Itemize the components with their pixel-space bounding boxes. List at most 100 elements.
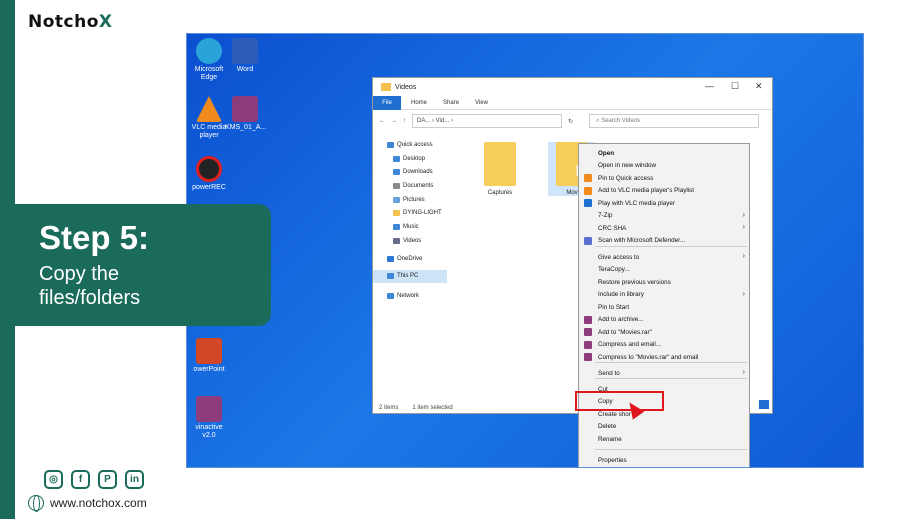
context-menu-item[interactable]: TeraCopy... <box>579 264 749 276</box>
back-icon[interactable]: ← <box>379 118 385 124</box>
windows-desktop: Microsoft Edge Word VLC media player KMS… <box>186 33 864 468</box>
logo-accent: X <box>98 12 113 32</box>
tab-view[interactable]: View <box>475 100 488 106</box>
address-text: DA... › Vid... › <box>417 118 453 124</box>
address-bar[interactable]: DA... › Vid... › <box>412 114 562 128</box>
nav-icon <box>393 182 400 189</box>
desktop-icon-kms[interactable]: KMS_01_A... <box>225 96 267 132</box>
linkedin-icon[interactable]: in <box>125 470 144 489</box>
nav-item[interactable]: This PC <box>373 269 447 284</box>
nav-label: Videos <box>403 237 422 244</box>
menu-item-icon <box>584 186 592 195</box>
nav-item[interactable]: OneDrive <box>387 252 422 266</box>
nav-item[interactable]: Desktop <box>393 152 425 166</box>
nav-icon <box>387 292 394 299</box>
step-title: Step 5: <box>39 219 150 256</box>
desktop-icon-vinactive[interactable]: vinactive v2.0 <box>189 396 229 440</box>
status-item-count: 2 items <box>379 405 399 411</box>
context-menu-item[interactable]: Pin to Start <box>579 301 749 313</box>
desktop-icon-label: powerREC <box>192 184 226 191</box>
context-menu-item[interactable]: Open <box>579 147 749 159</box>
left-accent-bar <box>0 0 15 519</box>
tab-home[interactable]: Home <box>411 100 427 106</box>
search-input[interactable]: ⌕ Search Videos <box>589 114 760 128</box>
context-menu-item[interactable]: CRC SHA › <box>579 222 749 234</box>
context-menu-item[interactable]: Open in new window <box>579 160 749 172</box>
close-icon[interactable]: ✕ <box>755 81 763 92</box>
menu-item-icon <box>584 353 592 361</box>
nav-item[interactable]: Quick access <box>387 138 433 152</box>
context-menu-item[interactable]: Properties <box>579 454 749 466</box>
nav-label: Network <box>397 292 420 299</box>
desktop-icon-word[interactable]: Word <box>225 38 265 74</box>
desktop-icon-vlc[interactable]: VLC media player <box>189 96 229 140</box>
nav-item[interactable]: DYING-LIGHT <box>393 207 442 221</box>
tutorial-slide: NotchoX Microsoft Edge Word VLC media pl… <box>0 0 922 519</box>
context-menu-item[interactable]: Restore previous versions <box>579 276 749 288</box>
word-icon <box>232 38 258 64</box>
menu-item-label: Compress and email... <box>598 341 661 348</box>
desktop-icon-powerpoint[interactable]: owerPoint <box>189 338 229 374</box>
context-menu-item[interactable]: Send to › <box>579 367 749 379</box>
refresh-icon[interactable]: ↻ <box>568 118 573 125</box>
up-icon[interactable]: ↑ <box>403 118 406 124</box>
nav-item[interactable]: Downloads <box>393 165 433 179</box>
context-menu-item[interactable]: Add to "Movies.rar" <box>579 326 749 338</box>
nav-item[interactable]: Network <box>387 289 419 303</box>
menu-item-icon <box>584 174 592 182</box>
desktop-icon-label: Microsoft Edge <box>194 66 224 81</box>
nav-item[interactable]: Music <box>393 220 419 234</box>
context-menu-item[interactable]: Add to VLC media player's Playlist <box>579 185 749 197</box>
menu-separator <box>595 449 747 450</box>
nav-label: OneDrive <box>397 255 423 262</box>
context-menu-item[interactable]: Include in library › <box>579 289 749 301</box>
context-menu-item[interactable]: Scan with Microsoft Defender... <box>579 235 749 247</box>
context-menu-item[interactable]: Play with VLC media player <box>579 197 749 209</box>
pinterest-icon[interactable]: P <box>98 470 117 489</box>
desktop-icon-label: owerPoint <box>193 366 225 373</box>
menu-item-label: CRC SHA <box>598 224 627 232</box>
nav-item[interactable]: Pictures <box>393 193 425 207</box>
menu-item-label: Rename <box>598 435 622 443</box>
context-menu-item[interactable]: Rename <box>579 433 749 445</box>
instagram-icon[interactable]: ◎ <box>44 470 63 489</box>
nav-label: Quick access <box>397 141 433 148</box>
website-link[interactable]: www.notchox.com <box>28 495 147 512</box>
desktop-icon-label: Word <box>236 66 254 73</box>
menu-item-label: Give access to <box>598 253 640 261</box>
view-toggle-icon[interactable] <box>759 400 769 409</box>
context-menu: Open Open in new window Pin to Quick acces… <box>578 143 750 467</box>
context-menu-item[interactable]: Delete <box>579 421 749 433</box>
record-icon <box>196 156 222 182</box>
folder-captures[interactable]: Captures <box>476 142 524 196</box>
step-card: Step 5: Copy the files/folders <box>15 204 271 326</box>
nav-item[interactable]: Documents <box>393 179 433 193</box>
website-url: www.notchox.com <box>50 496 147 510</box>
menu-item-icon <box>584 199 592 207</box>
facebook-icon[interactable]: f <box>71 470 90 489</box>
search-icon: ⌕ <box>596 117 600 124</box>
nav-label: Desktop <box>403 155 426 162</box>
nav-item[interactable]: Videos <box>393 234 421 248</box>
forward-icon[interactable]: → <box>391 118 397 124</box>
context-menu-item[interactable]: Compress and email... <box>579 339 749 351</box>
context-menu-item[interactable]: Compress to "Movies.rar" and email <box>579 351 749 363</box>
nav-icon <box>387 141 394 148</box>
desktop-icon-powerrec[interactable]: powerREC <box>189 156 229 192</box>
context-menu-item[interactable]: Add to archive... <box>579 314 749 326</box>
folder-icon <box>484 142 516 186</box>
tab-share[interactable]: Share <box>443 100 459 106</box>
menu-item-label: Send to <box>598 369 620 377</box>
context-menu-item[interactable]: Give access to › <box>579 251 749 263</box>
desktop-icon-edge[interactable]: Microsoft Edge <box>189 38 229 82</box>
menu-item-label: Play with VLC media player <box>598 199 675 207</box>
tab-file[interactable]: File <box>373 95 401 110</box>
submenu-arrow-icon: › <box>742 367 745 376</box>
context-menu-item[interactable]: 7-Zip › <box>579 210 749 222</box>
nav-icon <box>387 273 394 280</box>
nav-label: Music <box>403 224 419 231</box>
context-menu-item[interactable]: Pin to Quick access <box>579 172 749 184</box>
desktop-icon-label: KMS_01_A... <box>225 124 267 131</box>
maximize-icon[interactable]: ☐ <box>731 81 739 92</box>
minimize-icon[interactable]: — <box>705 81 714 91</box>
